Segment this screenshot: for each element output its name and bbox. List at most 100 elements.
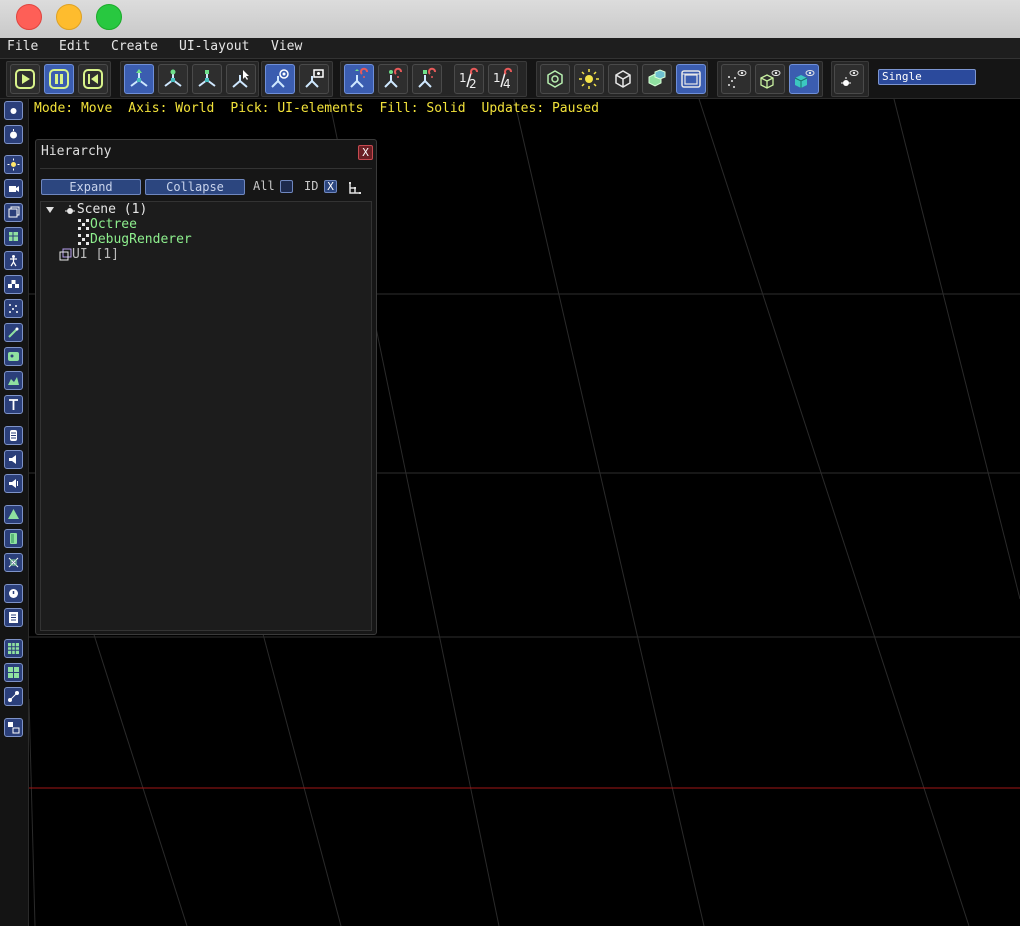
fill-light-button[interactable] [574, 64, 604, 94]
select-cursor-icon [232, 70, 249, 88]
menu-ui-layout[interactable]: UI-layout [179, 39, 249, 54]
snap-translate-button[interactable] [344, 64, 374, 94]
restart-button[interactable] [78, 64, 108, 94]
tree-item-debugrenderer[interactable]: DebugRenderer [77, 232, 192, 247]
scale-mode-button[interactable] [192, 64, 222, 94]
component-icon [78, 219, 89, 230]
create-offmesh-connection-button[interactable] [4, 687, 23, 706]
cube-wireframe-icon [615, 70, 631, 88]
fill-solid-button[interactable] [642, 64, 672, 94]
viewport-layout-select[interactable]: Single [878, 69, 976, 85]
pause-button[interactable] [44, 64, 74, 94]
camera-pivot-button[interactable] [299, 64, 329, 94]
create-ui-element-button[interactable] [4, 718, 23, 737]
text-icon [9, 399, 18, 410]
grid-icon [8, 643, 19, 654]
points-eye-icon [728, 70, 747, 88]
ui-element-icon [8, 722, 20, 734]
scene-node-icon [64, 204, 75, 214]
create-navmesh-button[interactable] [4, 663, 23, 682]
model-icon [9, 232, 18, 241]
all-checkbox[interactable] [280, 180, 293, 193]
billboard-icon [8, 280, 19, 288]
trail-icon [8, 327, 19, 338]
octree-label: Octree [90, 217, 137, 232]
close-window-button[interactable] [16, 4, 42, 30]
fill-ui-button[interactable] [676, 64, 706, 94]
create-light-button[interactable] [4, 155, 23, 174]
hierarchy-window[interactable]: Hierarchy X Expand Collapse All ID X Sce… [35, 139, 377, 635]
create-script-button[interactable] [4, 584, 23, 603]
hierarchy-tree[interactable]: Scene (1) Octree DebugRenderer UI [1] [40, 201, 372, 631]
fill-mode-group [536, 61, 708, 97]
minimize-window-button[interactable] [56, 4, 82, 30]
move-mode-button[interactable] [124, 64, 154, 94]
tree-item-ui[interactable]: UI [1] [59, 247, 119, 262]
expand-button[interactable]: Expand [41, 179, 141, 195]
sky-icon [8, 352, 19, 361]
id-checkbox[interactable]: X [324, 180, 337, 193]
menu-edit[interactable]: Edit [59, 39, 90, 54]
show-lights-button[interactable] [834, 64, 864, 94]
pivot-target-icon [271, 69, 289, 88]
create-sound-listener-button[interactable] [4, 426, 23, 445]
create-rigid-body-button[interactable] [4, 505, 23, 524]
local-pivot-button[interactable] [265, 64, 295, 94]
rotate-mode-button[interactable] [158, 64, 188, 94]
svg-text:4: 4 [503, 77, 511, 91]
tree-item-octree[interactable]: Octree [77, 217, 137, 232]
tree-view-icon[interactable] [348, 180, 362, 194]
cube-eye-icon [760, 70, 781, 89]
pivot-group [261, 61, 333, 97]
hierarchy-title: Hierarchy [41, 144, 112, 159]
create-particle-emitter-button[interactable] [4, 299, 23, 318]
title-bar [0, 0, 1020, 39]
tree-item-scene[interactable]: Scene (1) [45, 202, 147, 217]
solid-cube-eye-icon [794, 70, 815, 88]
create-ribbon-trail-button[interactable] [4, 323, 23, 342]
create-zone-button[interactable] [4, 203, 23, 222]
show-solid-button[interactable] [789, 64, 819, 94]
create-camera-button[interactable] [4, 179, 23, 198]
menu-file[interactable]: File [7, 39, 38, 54]
script-icon [9, 589, 18, 598]
snap-half-button[interactable]: 12 [454, 64, 484, 94]
left-toolbar [0, 99, 29, 926]
show-points-button[interactable] [721, 64, 751, 94]
create-terrain-button[interactable] [4, 371, 23, 390]
create-replicated-node-button[interactable] [4, 125, 23, 144]
create-sound-source-button[interactable] [4, 450, 23, 469]
create-lua-script-button[interactable] [4, 608, 23, 627]
collapse-button[interactable]: Collapse [145, 179, 245, 195]
create-navigable-button[interactable] [4, 639, 23, 658]
snap-scale-button[interactable] [412, 64, 442, 94]
svg-text:2: 2 [469, 77, 477, 91]
zone-box-icon [8, 206, 20, 218]
create-billboard-button[interactable] [4, 275, 23, 294]
create-text3d-button[interactable] [4, 395, 23, 414]
select-mode-button[interactable] [226, 64, 256, 94]
snap-quarter-button[interactable]: 14 [488, 64, 518, 94]
create-static-model-button[interactable] [4, 227, 23, 246]
create-node-button[interactable] [4, 101, 23, 120]
document-icon [9, 612, 18, 623]
fill-points-button[interactable] [540, 64, 570, 94]
create-skybox-button[interactable] [4, 347, 23, 366]
menu-create[interactable]: Create [111, 39, 158, 54]
expand-arrow-icon[interactable] [45, 205, 55, 215]
create-sound-source-3d-button[interactable] [4, 474, 23, 493]
menu-bar: File Edit Create UI-layout View [0, 38, 1020, 59]
play-button[interactable] [10, 64, 40, 94]
create-animated-model-button[interactable] [4, 251, 23, 270]
menu-view[interactable]: View [271, 39, 302, 54]
node-outline-icon [10, 129, 17, 139]
fill-wireframe-button[interactable] [608, 64, 638, 94]
create-collision-shape-button[interactable] [4, 529, 23, 548]
create-constraint-button[interactable] [4, 553, 23, 572]
svg-text:1: 1 [493, 71, 501, 85]
hierarchy-close-button[interactable]: X [358, 145, 373, 160]
zoom-window-button[interactable] [96, 4, 122, 30]
status-updates: Updates: Paused [481, 101, 599, 116]
snap-rotate-button[interactable] [378, 64, 408, 94]
show-wireframe-button[interactable] [755, 64, 785, 94]
